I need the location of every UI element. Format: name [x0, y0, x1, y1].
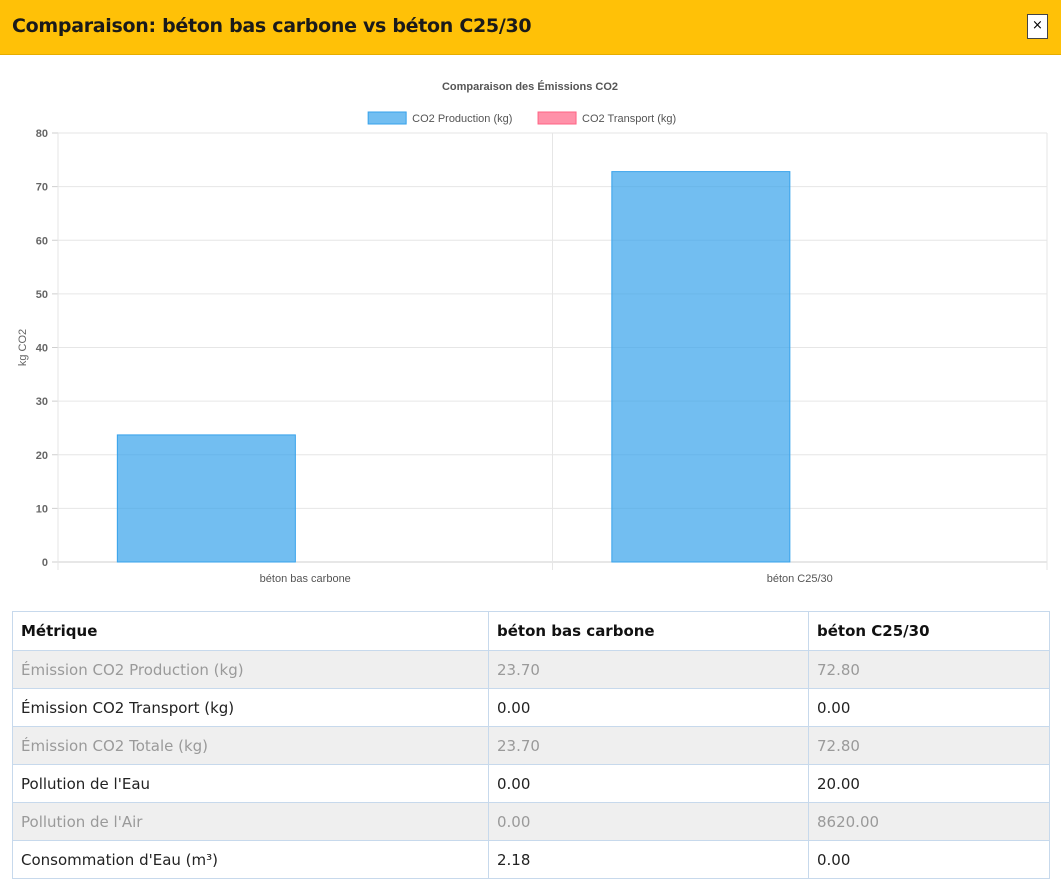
value-cell: 2.18 [488, 840, 809, 879]
y-tick-label: 40 [36, 343, 48, 355]
x-tick-label: béton C25/30 [767, 573, 833, 585]
column-header: Métrique [12, 611, 489, 651]
value-cell: 0.00 [808, 840, 1050, 879]
legend-label: CO2 Transport (kg) [582, 113, 676, 125]
chart-title: Comparaison des Émissions CO2 [442, 80, 618, 93]
chart-canvas: 0 10 20 30 40 50 60 70 80 béton bas carbone béton … [17, 80, 1048, 585]
value-cell: 0.00 [488, 764, 809, 803]
value-cell: 0.00 [488, 802, 809, 841]
value-cell: 23.70 [488, 650, 809, 689]
column-header: béton bas carbone [488, 611, 809, 651]
table-row: Émission CO2 Transport (kg) 0.00 0.00 [12, 688, 1050, 727]
metric-cell: Émission CO2 Production (kg) [12, 650, 489, 689]
y-tick-label: 0 [42, 557, 48, 569]
comparison-table: Métrique béton bas carbone béton C25/30 … [12, 611, 1050, 879]
table-header-row: Métrique béton bas carbone béton C25/30 [12, 611, 1050, 651]
y-tick-label: 50 [36, 289, 48, 301]
y-tick-label: 80 [36, 128, 48, 140]
y-tick-label: 30 [36, 396, 48, 408]
value-cell: 20.00 [808, 764, 1050, 803]
metric-cell: Émission CO2 Transport (kg) [12, 688, 489, 727]
bar [611, 171, 791, 563]
y-tick-label: 70 [36, 182, 48, 194]
close-button[interactable]: × [1027, 14, 1048, 39]
metric-cell: Émission CO2 Totale (kg) [12, 726, 489, 765]
value-cell: 72.80 [808, 726, 1050, 765]
value-cell: 8620.00 [808, 802, 1050, 841]
modal-header: Comparaison: béton bas carbone vs béton … [0, 0, 1061, 55]
table-row: Pollution de l'Eau 0.00 20.00 [12, 764, 1050, 803]
y-axis-title: kg CO2 [17, 329, 29, 366]
legend-swatch [367, 111, 407, 125]
y-tick-label: 10 [36, 503, 48, 515]
y-tick-label: 60 [36, 235, 48, 247]
modal-title: Comparaison: béton bas carbone vs béton … [12, 15, 532, 37]
bar [116, 434, 296, 563]
table-row: Consommation d'Eau (m³) 2.18 0.00 [12, 840, 1050, 879]
metric-cell: Consommation d'Eau (m³) [12, 840, 489, 879]
value-cell: 72.80 [808, 650, 1050, 689]
metric-cell: Pollution de l'Eau [12, 764, 489, 803]
y-tick-label: 20 [36, 450, 48, 462]
co2-chart: 0 10 20 30 40 50 60 70 80 béton bas carbone béton … [0, 55, 1061, 600]
metric-cell: Pollution de l'Air [12, 802, 489, 841]
column-header: béton C25/30 [808, 611, 1050, 651]
value-cell: 0.00 [808, 688, 1050, 727]
value-cell: 23.70 [488, 726, 809, 765]
legend-swatch [537, 111, 577, 125]
table-row: Émission CO2 Totale (kg) 23.70 72.80 [12, 726, 1050, 765]
value-cell: 0.00 [488, 688, 809, 727]
legend-label: CO2 Production (kg) [412, 113, 512, 125]
x-tick-label: béton bas carbone [260, 573, 351, 585]
table-row: Pollution de l'Air 0.00 8620.00 [12, 802, 1050, 841]
table-row: Émission CO2 Production (kg) 23.70 72.80 [12, 650, 1050, 689]
